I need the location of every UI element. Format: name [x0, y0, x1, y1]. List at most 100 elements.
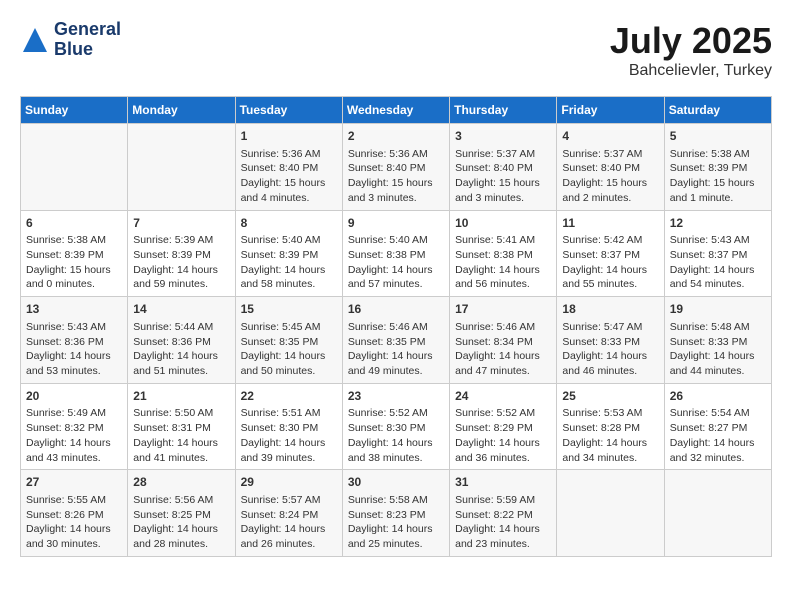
- calendar-row: 13Sunrise: 5:43 AMSunset: 8:36 PMDayligh…: [21, 297, 772, 384]
- day-info: Sunrise: 5:43 AM: [670, 233, 766, 248]
- calendar-cell: 4Sunrise: 5:37 AMSunset: 8:40 PMDaylight…: [557, 124, 664, 211]
- day-info: Daylight: 14 hours and 30 minutes.: [26, 522, 122, 551]
- day-info: Sunrise: 5:47 AM: [562, 320, 658, 335]
- header-row: SundayMondayTuesdayWednesdayThursdayFrid…: [21, 97, 772, 124]
- day-number: 27: [26, 474, 122, 491]
- title-block: July 2025 Bahcelievler, Turkey: [610, 20, 772, 80]
- calendar-cell: 7Sunrise: 5:39 AMSunset: 8:39 PMDaylight…: [128, 210, 235, 297]
- day-number: 13: [26, 301, 122, 318]
- day-number: 7: [133, 215, 229, 232]
- day-info: Sunset: 8:24 PM: [241, 508, 337, 523]
- day-info: Sunrise: 5:52 AM: [348, 406, 444, 421]
- calendar-cell: 18Sunrise: 5:47 AMSunset: 8:33 PMDayligh…: [557, 297, 664, 384]
- calendar-cell: 16Sunrise: 5:46 AMSunset: 8:35 PMDayligh…: [342, 297, 449, 384]
- calendar-cell: 10Sunrise: 5:41 AMSunset: 8:38 PMDayligh…: [450, 210, 557, 297]
- day-info: Daylight: 14 hours and 51 minutes.: [133, 349, 229, 378]
- day-info: Sunset: 8:30 PM: [241, 421, 337, 436]
- day-number: 23: [348, 388, 444, 405]
- day-number: 11: [562, 215, 658, 232]
- calendar-cell: 20Sunrise: 5:49 AMSunset: 8:32 PMDayligh…: [21, 383, 128, 470]
- day-info: Sunset: 8:37 PM: [670, 248, 766, 263]
- day-info: Daylight: 14 hours and 41 minutes.: [133, 436, 229, 465]
- day-number: 29: [241, 474, 337, 491]
- calendar-cell: 14Sunrise: 5:44 AMSunset: 8:36 PMDayligh…: [128, 297, 235, 384]
- day-number: 8: [241, 215, 337, 232]
- day-info: Sunset: 8:33 PM: [670, 335, 766, 350]
- day-info: Daylight: 14 hours and 57 minutes.: [348, 263, 444, 292]
- calendar-cell: 9Sunrise: 5:40 AMSunset: 8:38 PMDaylight…: [342, 210, 449, 297]
- day-number: 28: [133, 474, 229, 491]
- logo-line2: Blue: [54, 40, 121, 60]
- day-number: 22: [241, 388, 337, 405]
- day-info: Daylight: 14 hours and 34 minutes.: [562, 436, 658, 465]
- day-info: Sunrise: 5:50 AM: [133, 406, 229, 421]
- day-info: Daylight: 15 hours and 2 minutes.: [562, 176, 658, 205]
- day-info: Sunrise: 5:41 AM: [455, 233, 551, 248]
- day-number: 2: [348, 128, 444, 145]
- day-info: Sunset: 8:39 PM: [26, 248, 122, 263]
- calendar-row: 20Sunrise: 5:49 AMSunset: 8:32 PMDayligh…: [21, 383, 772, 470]
- day-number: 30: [348, 474, 444, 491]
- day-info: Sunset: 8:34 PM: [455, 335, 551, 350]
- day-info: Daylight: 14 hours and 47 minutes.: [455, 349, 551, 378]
- calendar-cell: 15Sunrise: 5:45 AMSunset: 8:35 PMDayligh…: [235, 297, 342, 384]
- day-info: Sunset: 8:29 PM: [455, 421, 551, 436]
- calendar-cell: 8Sunrise: 5:40 AMSunset: 8:39 PMDaylight…: [235, 210, 342, 297]
- calendar-body: 1Sunrise: 5:36 AMSunset: 8:40 PMDaylight…: [21, 124, 772, 557]
- day-info: Sunrise: 5:46 AM: [455, 320, 551, 335]
- calendar-cell: 25Sunrise: 5:53 AMSunset: 8:28 PMDayligh…: [557, 383, 664, 470]
- day-info: Sunrise: 5:36 AM: [348, 147, 444, 162]
- calendar-row: 6Sunrise: 5:38 AMSunset: 8:39 PMDaylight…: [21, 210, 772, 297]
- day-number: 10: [455, 215, 551, 232]
- day-info: Daylight: 14 hours and 25 minutes.: [348, 522, 444, 551]
- day-info: Sunset: 8:33 PM: [562, 335, 658, 350]
- day-info: Sunset: 8:38 PM: [455, 248, 551, 263]
- day-info: Sunrise: 5:56 AM: [133, 493, 229, 508]
- calendar-cell: 19Sunrise: 5:48 AMSunset: 8:33 PMDayligh…: [664, 297, 771, 384]
- day-info: Sunset: 8:40 PM: [348, 161, 444, 176]
- calendar-cell: 21Sunrise: 5:50 AMSunset: 8:31 PMDayligh…: [128, 383, 235, 470]
- day-info: Sunset: 8:40 PM: [241, 161, 337, 176]
- day-info: Sunrise: 5:48 AM: [670, 320, 766, 335]
- calendar-cell: 29Sunrise: 5:57 AMSunset: 8:24 PMDayligh…: [235, 470, 342, 557]
- calendar-cell: 1Sunrise: 5:36 AMSunset: 8:40 PMDaylight…: [235, 124, 342, 211]
- day-number: 5: [670, 128, 766, 145]
- day-info: Sunset: 8:25 PM: [133, 508, 229, 523]
- header-cell-friday: Friday: [557, 97, 664, 124]
- day-info: Daylight: 14 hours and 58 minutes.: [241, 263, 337, 292]
- day-info: Sunrise: 5:51 AM: [241, 406, 337, 421]
- header-cell-wednesday: Wednesday: [342, 97, 449, 124]
- day-number: 15: [241, 301, 337, 318]
- day-info: Daylight: 14 hours and 39 minutes.: [241, 436, 337, 465]
- day-info: Daylight: 14 hours and 38 minutes.: [348, 436, 444, 465]
- day-info: Sunrise: 5:52 AM: [455, 406, 551, 421]
- page-header: General Blue July 2025 Bahcelievler, Tur…: [20, 20, 772, 80]
- day-info: Sunrise: 5:53 AM: [562, 406, 658, 421]
- day-info: Sunrise: 5:37 AM: [455, 147, 551, 162]
- day-info: Daylight: 14 hours and 53 minutes.: [26, 349, 122, 378]
- calendar-cell: 23Sunrise: 5:52 AMSunset: 8:30 PMDayligh…: [342, 383, 449, 470]
- calendar-table: SundayMondayTuesdayWednesdayThursdayFrid…: [20, 96, 772, 557]
- day-info: Sunset: 8:35 PM: [241, 335, 337, 350]
- header-cell-sunday: Sunday: [21, 97, 128, 124]
- day-info: Daylight: 14 hours and 32 minutes.: [670, 436, 766, 465]
- day-info: Sunrise: 5:40 AM: [348, 233, 444, 248]
- day-info: Sunrise: 5:46 AM: [348, 320, 444, 335]
- header-cell-saturday: Saturday: [664, 97, 771, 124]
- day-info: Sunset: 8:36 PM: [26, 335, 122, 350]
- calendar-subtitle: Bahcelievler, Turkey: [610, 62, 772, 80]
- calendar-cell: 11Sunrise: 5:42 AMSunset: 8:37 PMDayligh…: [557, 210, 664, 297]
- day-info: Sunrise: 5:40 AM: [241, 233, 337, 248]
- day-number: 12: [670, 215, 766, 232]
- day-info: Sunset: 8:39 PM: [133, 248, 229, 263]
- logo: General Blue: [20, 20, 121, 60]
- calendar-cell: 26Sunrise: 5:54 AMSunset: 8:27 PMDayligh…: [664, 383, 771, 470]
- day-info: Daylight: 14 hours and 55 minutes.: [562, 263, 658, 292]
- calendar-title: July 2025: [610, 20, 772, 62]
- calendar-cell: 6Sunrise: 5:38 AMSunset: 8:39 PMDaylight…: [21, 210, 128, 297]
- day-info: Sunset: 8:35 PM: [348, 335, 444, 350]
- day-info: Sunset: 8:39 PM: [241, 248, 337, 263]
- calendar-row: 1Sunrise: 5:36 AMSunset: 8:40 PMDaylight…: [21, 124, 772, 211]
- calendar-cell: 24Sunrise: 5:52 AMSunset: 8:29 PMDayligh…: [450, 383, 557, 470]
- day-info: Sunset: 8:26 PM: [26, 508, 122, 523]
